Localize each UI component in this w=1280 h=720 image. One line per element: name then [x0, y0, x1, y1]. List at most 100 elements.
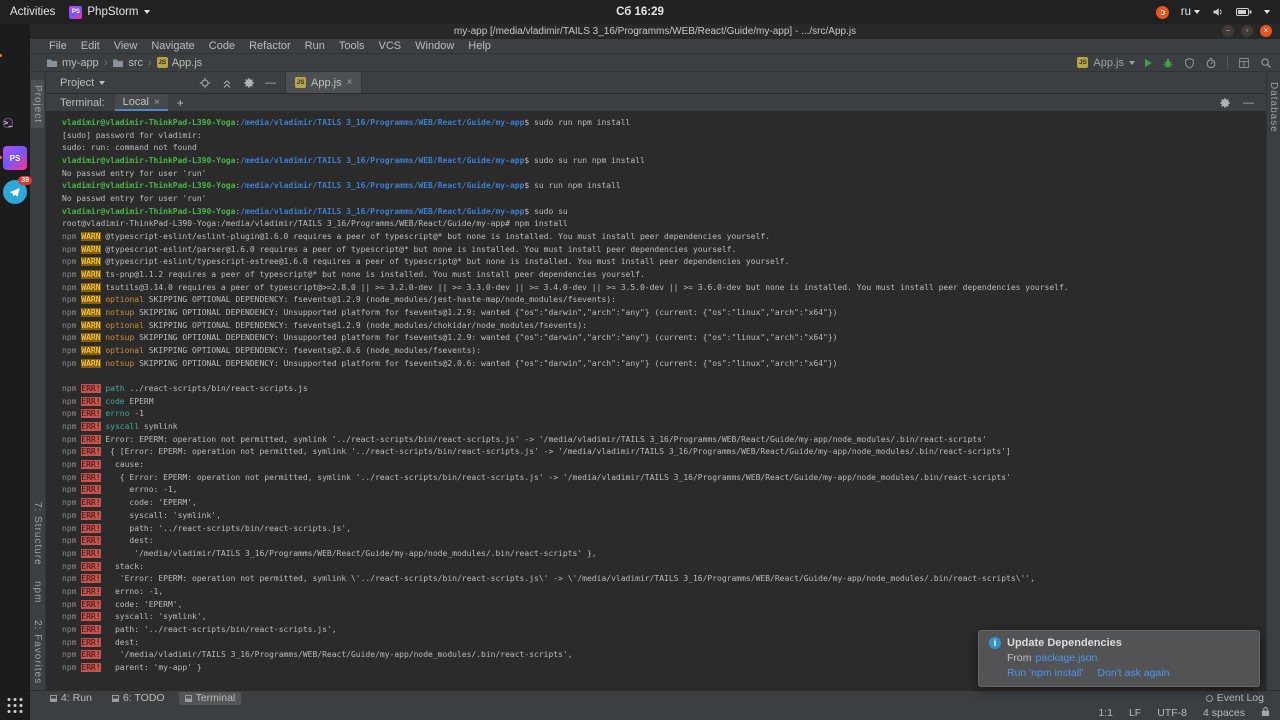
terminal-panel-label: Terminal:	[60, 96, 105, 109]
breadcrumb-my-app[interactable]: my-app	[46, 57, 99, 69]
grid-icon	[1239, 57, 1249, 68]
editor-tab-label: App.js	[311, 76, 342, 89]
readonly-lock-icon[interactable]	[1261, 706, 1270, 720]
stopwatch-icon	[1206, 57, 1216, 68]
event-log-button[interactable]: Event Log	[1200, 692, 1270, 705]
screen: Activities PS PhpStorm Сб 16:29 ru >_ PS…	[0, 0, 1280, 720]
system-menu-chevron-icon[interactable]	[1264, 10, 1270, 14]
clock[interactable]: Сб 16:29	[616, 6, 664, 18]
toolwindow-button-run[interactable]: 4: Run	[44, 692, 98, 705]
phpstorm-app-menu[interactable]: PS PhpStorm	[69, 5, 150, 19]
battery-icon[interactable]	[1236, 7, 1252, 17]
notification-title: Update Dependencies	[1007, 637, 1122, 649]
minimize-button[interactable]: −	[1222, 25, 1234, 37]
profiler-button[interactable]	[1205, 57, 1217, 69]
menu-item-window[interactable]: Window	[408, 40, 461, 52]
software-update-icon[interactable]	[1155, 5, 1169, 19]
terminal-line: vladimir@vladimir-ThinkPad-L390-Yoga:/me…	[62, 118, 631, 127]
menu-item-code[interactable]: Code	[202, 40, 242, 52]
tool-stripe-project[interactable]: Project	[31, 80, 44, 129]
keyboard-layout-indicator[interactable]: ru	[1181, 6, 1200, 18]
toolwindow-button-todo[interactable]: 6: TODO	[106, 692, 171, 705]
menu-item-run[interactable]: Run	[298, 40, 332, 52]
indent-widget[interactable]: 4 spaces	[1203, 707, 1245, 719]
terminal-tab-label: Local	[122, 96, 149, 108]
project-panel-header[interactable]: Project —	[46, 72, 286, 93]
hide-panel-icon[interactable]: —	[1243, 97, 1254, 109]
breadcrumb-separator: ›	[148, 56, 152, 69]
terminal-line: npm ERR! 'Error: EPERM: operation not pe…	[62, 574, 1035, 584]
terminal-line: npm WARN @typescript-eslint/parser@1.6.0…	[62, 244, 737, 254]
tool-stripe-structure[interactable]: 7: Structure	[32, 502, 43, 566]
menu-item-vcs[interactable]: VCS	[372, 40, 409, 52]
terminal-line: npm WARN tsutils@3.14.0 requires a peer …	[62, 282, 1069, 292]
layout-settings-icon[interactable]	[1238, 57, 1250, 69]
breadcrumb: my-app › src › JS App.js	[30, 57, 202, 69]
editor-tab-app-js[interactable]: JS App.js ×	[286, 72, 363, 93]
collapse-all-icon[interactable]	[221, 77, 233, 89]
toolwindow-button-terminal[interactable]: Terminal	[178, 691, 242, 705]
window-title: my-app [/media/vladimir/TAILS 3_16/Progr…	[453, 26, 857, 37]
phpstorm-app-icon[interactable]: PS	[0, 146, 27, 170]
caret-position-widget[interactable]: 1:1	[1098, 707, 1113, 719]
encoding-widget[interactable]: UTF-8	[1157, 707, 1187, 719]
volume-icon[interactable]	[1212, 6, 1224, 18]
line-separator-widget[interactable]: LF	[1129, 707, 1141, 719]
breadcrumb-src[interactable]: src	[112, 57, 143, 69]
terminal-line: npm WARN ts-pnp@1.1.2 requires a peer of…	[62, 270, 645, 280]
breadcrumb-label: src	[128, 56, 144, 69]
run-npm-install-link[interactable]: Run 'npm install'	[1007, 667, 1083, 679]
dont-ask-again-link[interactable]: Don't ask again	[1097, 667, 1169, 679]
telegram-app-icon[interactable]: 39	[3, 176, 32, 204]
run-button[interactable]	[1145, 58, 1152, 67]
close-button[interactable]: ×	[1260, 25, 1272, 37]
show-applications-button[interactable]	[7, 698, 23, 713]
close-icon[interactable]: ×	[347, 77, 353, 88]
locate-icon[interactable]	[199, 77, 211, 89]
right-tool-stripe: Database	[1266, 72, 1280, 690]
firefox-app-icon[interactable]	[0, 44, 27, 68]
terminal-line: npm ERR! Error: EPERM: operation not per…	[62, 434, 987, 444]
hide-panel-icon[interactable]: —	[265, 77, 276, 89]
terminal-line: sudo: run: command not found	[62, 143, 197, 153]
tool-stripe-npm[interactable]: npm	[32, 581, 43, 603]
event-log-label: Event Log	[1216, 692, 1264, 704]
menu-item-help[interactable]: Help	[461, 40, 498, 52]
menu-item-file[interactable]: File	[42, 40, 74, 52]
desktop: >_ PS 39 my-app [/media/vladimir/TAILS 3…	[0, 24, 1280, 720]
app-menu-label: PhpStorm	[87, 6, 139, 18]
tool-stripe-database[interactable]: Database	[1268, 82, 1279, 133]
package-json-link[interactable]: package.json	[1036, 652, 1098, 664]
event-log-icon	[1205, 694, 1213, 702]
debug-button[interactable]	[1162, 57, 1174, 69]
window-title-bar[interactable]: my-app [/media/vladimir/TAILS 3_16/Progr…	[30, 24, 1280, 39]
menu-item-view[interactable]: View	[107, 40, 145, 52]
notification-from-text: From	[1007, 652, 1032, 664]
terminal-tab-local[interactable]: Local ×	[114, 94, 168, 111]
tool-stripe-favorites[interactable]: 2: Favorites	[32, 620, 43, 684]
toolwindow-buttons: 4: Run 6: TODO Terminal	[30, 691, 242, 705]
search-everywhere-button[interactable]	[1260, 57, 1272, 69]
terminal-app-icon[interactable]: >_	[3, 112, 27, 136]
terminal-line: npm ERR! path ../react-scripts/bin/react…	[62, 384, 308, 394]
run-configuration-selector[interactable]: JS App.js	[1077, 57, 1135, 69]
menu-item-navigate[interactable]: Navigate	[144, 40, 201, 52]
files-app-icon[interactable]	[3, 78, 27, 102]
gear-icon[interactable]	[243, 77, 255, 89]
maximize-button[interactable]: ▫	[1241, 25, 1253, 37]
terminal-output[interactable]: vladimir@vladimir-ThinkPad-L390-Yoga:/me…	[46, 112, 1266, 690]
terminal-line: npm WARN optional SKIPPING OPTIONAL DEPE…	[62, 295, 616, 305]
coverage-button[interactable]	[1184, 57, 1195, 69]
new-terminal-tab-button[interactable]: +	[177, 96, 184, 110]
toolwindow-button-label: Terminal	[195, 692, 236, 704]
menu-item-tools[interactable]: Tools	[332, 40, 372, 52]
notification-body: From package.json	[1007, 652, 1249, 664]
menu-item-refactor[interactable]: Refactor	[242, 40, 298, 52]
close-icon[interactable]: ×	[154, 97, 160, 108]
breadcrumb-app-js[interactable]: JS App.js	[156, 57, 202, 69]
terminal-line: npm ERR! path: '../react-scripts/bin/rea…	[62, 523, 351, 533]
activities-button[interactable]: Activities	[10, 6, 55, 18]
terminal-line: npm ERR! errno: -1,	[62, 586, 164, 596]
gear-icon[interactable]	[1219, 97, 1231, 109]
menu-item-edit[interactable]: Edit	[74, 40, 107, 52]
